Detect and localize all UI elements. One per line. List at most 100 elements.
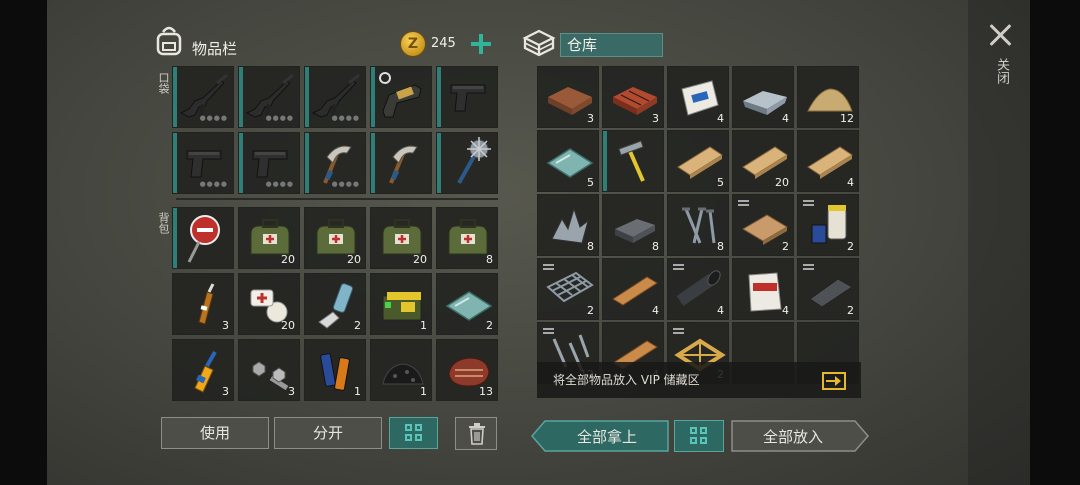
pocket-slot[interactable] xyxy=(370,66,432,128)
trash-icon xyxy=(469,423,485,445)
storage-slot[interactable]: 4 xyxy=(667,258,729,320)
pocket-slot[interactable] xyxy=(436,66,498,128)
hatchet-icon xyxy=(389,145,418,184)
storage-slot[interactable]: 4 xyxy=(797,130,859,192)
item-count: 12 xyxy=(840,112,854,125)
storage-slot[interactable]: 8 xyxy=(537,194,599,256)
stack-icon xyxy=(543,328,554,334)
take-all-button[interactable]: 全部拿上 xyxy=(531,420,669,452)
backpack-slot[interactable]: 20 xyxy=(238,207,300,269)
item-count: 20 xyxy=(281,253,295,266)
backpack-slot[interactable]: 1 xyxy=(370,339,432,401)
close-icon[interactable] xyxy=(988,22,1014,48)
close-label[interactable]: 关闭 xyxy=(991,58,1009,84)
item-count: 8 xyxy=(486,253,493,266)
grid-icon xyxy=(690,427,708,445)
stop-sign-icon xyxy=(187,215,220,263)
backpack-slot[interactable]: 3 xyxy=(172,339,234,401)
backpack-slot[interactable] xyxy=(172,207,234,269)
stack-icon xyxy=(543,264,554,270)
durability-icon: ●●●● xyxy=(265,114,294,122)
use-button[interactable]: 使用 xyxy=(161,417,269,449)
stack-icon xyxy=(673,328,684,334)
storage-slot[interactable]: 8 xyxy=(667,194,729,256)
sort-storage-button[interactable] xyxy=(674,420,724,452)
pocket-label: 口袋 xyxy=(157,72,170,94)
storage-slot[interactable] xyxy=(602,130,664,192)
split-button[interactable]: 分开 xyxy=(274,417,382,449)
trash-button[interactable] xyxy=(455,417,497,450)
add-coins-button[interactable] xyxy=(470,33,492,55)
pocket-slot[interactable]: ●●●● xyxy=(304,66,366,128)
item-count: 4 xyxy=(717,112,724,125)
item-count: 4 xyxy=(782,112,789,125)
backpack-slot[interactable]: 8 xyxy=(436,207,498,269)
backpack-label: 背包 xyxy=(157,212,170,234)
backpack-slot[interactable]: 3 xyxy=(238,339,300,401)
storage-slot[interactable]: 20 xyxy=(732,130,794,192)
storage-slot[interactable]: 2 xyxy=(537,258,599,320)
item-count: 2 xyxy=(486,319,493,332)
durability-icon: ●●●● xyxy=(199,180,228,188)
durability-icon: ●●●● xyxy=(265,180,294,188)
storage-slot[interactable]: 2 xyxy=(797,258,859,320)
vip-banner: 将全部物品放入 VIP 储藏区 xyxy=(537,362,861,398)
pistol-icon xyxy=(450,84,486,112)
item-count: 20 xyxy=(347,253,361,266)
storage-slot[interactable]: 4 xyxy=(732,258,794,320)
pocket-slot[interactable]: ●●●● xyxy=(304,132,366,194)
item-count: 2 xyxy=(354,319,361,332)
backpack-slot[interactable]: 1 xyxy=(304,339,366,401)
storage-slot[interactable]: 4 xyxy=(732,66,794,128)
item-count: 13 xyxy=(479,385,493,398)
grid-icon xyxy=(405,424,423,442)
backpack-slot[interactable]: 2 xyxy=(436,273,498,335)
coin-count: 245 xyxy=(431,36,456,51)
item-count: 3 xyxy=(222,319,229,332)
stack-icon xyxy=(738,200,749,206)
smg-icon xyxy=(379,72,422,118)
pocket-slot[interactable] xyxy=(370,132,432,194)
section-divider xyxy=(176,198,498,200)
stack-icon xyxy=(803,264,814,270)
storage-slot[interactable]: 5 xyxy=(667,130,729,192)
item-count: 1 xyxy=(354,385,361,398)
item-count: 3 xyxy=(652,112,659,125)
item-count: 3 xyxy=(587,112,594,125)
storage-slot[interactable]: 3 xyxy=(602,66,664,128)
hammer-icon xyxy=(618,140,645,182)
backpack-slot[interactable]: 2 xyxy=(304,273,366,335)
storage-slot[interactable]: 2 xyxy=(797,194,859,256)
item-count: 2 xyxy=(782,240,789,253)
item-count: 5 xyxy=(587,176,594,189)
pocket-slot[interactable]: ●●●● xyxy=(172,66,234,128)
storage-slot[interactable]: 3 xyxy=(537,66,599,128)
sort-inventory-button[interactable] xyxy=(389,417,438,449)
backpack-slot[interactable]: 20 xyxy=(370,207,432,269)
item-count: 4 xyxy=(717,304,724,317)
storage-slot[interactable]: 4 xyxy=(602,258,664,320)
move-to-vip-icon[interactable] xyxy=(822,372,846,390)
backpack-slot[interactable]: 13 xyxy=(436,339,498,401)
backpack-slot[interactable]: 1 xyxy=(370,273,432,335)
storage-slot[interactable]: 8 xyxy=(602,194,664,256)
storage-slot[interactable]: 5 xyxy=(537,130,599,192)
backpack-slot[interactable]: 3 xyxy=(172,273,234,335)
stack-icon xyxy=(803,200,814,206)
pocket-slot[interactable]: ●●●● xyxy=(238,66,300,128)
storage-slot[interactable]: 12 xyxy=(797,66,859,128)
storage-slot[interactable]: 2 xyxy=(732,194,794,256)
storage-slot[interactable]: 4 xyxy=(667,66,729,128)
put-all-button[interactable]: 全部放入 xyxy=(731,420,869,452)
item-count: 20 xyxy=(775,176,789,189)
item-count: 2 xyxy=(587,304,594,317)
backpack-slot[interactable]: 20 xyxy=(304,207,366,269)
pocket-slot[interactable]: ●●●● xyxy=(172,132,234,194)
pocket-slot[interactable]: ●●●● xyxy=(238,132,300,194)
item-count: 5 xyxy=(717,176,724,189)
backpack-slot[interactable]: 20 xyxy=(238,273,300,335)
durability-icon: ●●●● xyxy=(331,114,360,122)
durability-icon: ●●●● xyxy=(331,180,360,188)
coin-icon: Z xyxy=(400,31,426,57)
pocket-slot[interactable] xyxy=(436,132,498,194)
